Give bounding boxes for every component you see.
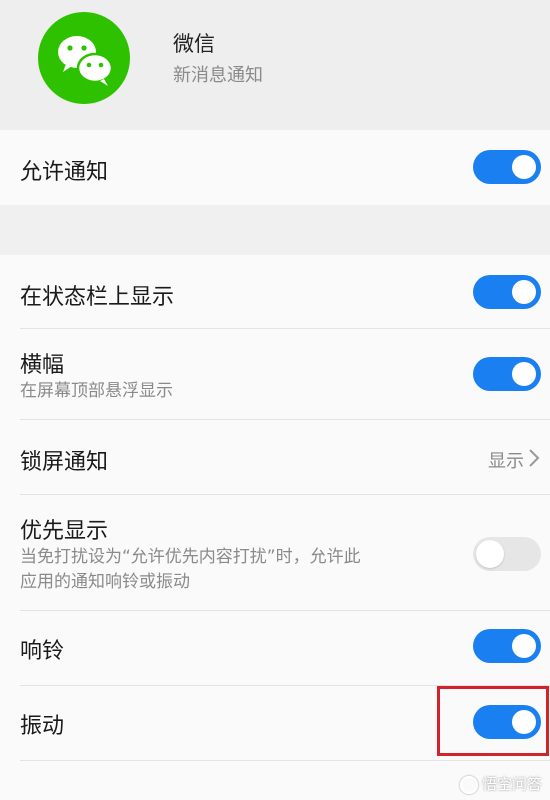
statusbar-toggle[interactable] <box>473 275 541 309</box>
allow-notifications-section: 允许通知 <box>0 130 550 205</box>
watermark-text: 悟空问答 <box>481 775 542 793</box>
toggle-knob <box>512 155 536 179</box>
lockscreen-value: 显示 <box>488 451 524 472</box>
app-name: 微信 <box>173 32 215 56</box>
chevron-right-icon <box>529 449 540 467</box>
toggle-knob <box>476 540 504 568</box>
ring-toggle[interactable] <box>473 629 541 663</box>
app-header: 微信 新消息通知 <box>0 0 550 130</box>
setting-description: 在屏幕顶部悬浮显示 <box>20 381 173 401</box>
allow-notifications-toggle[interactable] <box>473 150 541 184</box>
wechat-icon <box>38 12 130 104</box>
allow-notifications-row[interactable]: 允许通知 <box>0 130 550 205</box>
setting-label: 优先显示 <box>20 519 109 544</box>
watermark: 悟空问答 <box>459 773 542 794</box>
toggle-knob <box>512 280 536 304</box>
priority-toggle[interactable] <box>473 537 541 571</box>
highlight-box <box>437 686 549 756</box>
setting-row-statusbar[interactable]: 在状态栏上显示 <box>0 255 550 329</box>
setting-label: 横幅 <box>20 353 65 378</box>
divider <box>20 760 550 761</box>
watermark-logo-icon <box>459 775 478 794</box>
setting-label: 在状态栏上显示 <box>20 285 175 310</box>
setting-description: 当免打扰设为“允许优先内容打扰”时，允许此 <box>20 547 361 567</box>
setting-row-banner[interactable]: 横幅 在屏幕顶部悬浮显示 <box>0 329 550 419</box>
toggle-knob <box>512 362 536 386</box>
setting-label: 响铃 <box>20 639 65 664</box>
setting-label: 锁屏通知 <box>20 450 109 475</box>
setting-description: 应用的通知响铃或振动 <box>20 572 190 592</box>
setting-label: 振动 <box>20 714 65 739</box>
setting-row-ring[interactable]: 响铃 <box>0 611 550 685</box>
banner-toggle[interactable] <box>473 357 541 391</box>
setting-row-lockscreen[interactable]: 锁屏通知 显示 <box>0 420 550 494</box>
toggle-knob <box>512 634 536 658</box>
section-gap <box>0 205 550 255</box>
setting-row-priority[interactable]: 优先显示 当免打扰设为“允许优先内容打扰”时，允许此 应用的通知响铃或振动 <box>0 495 550 610</box>
app-subtitle: 新消息通知 <box>173 65 263 86</box>
allow-notifications-label: 允许通知 <box>20 160 109 185</box>
